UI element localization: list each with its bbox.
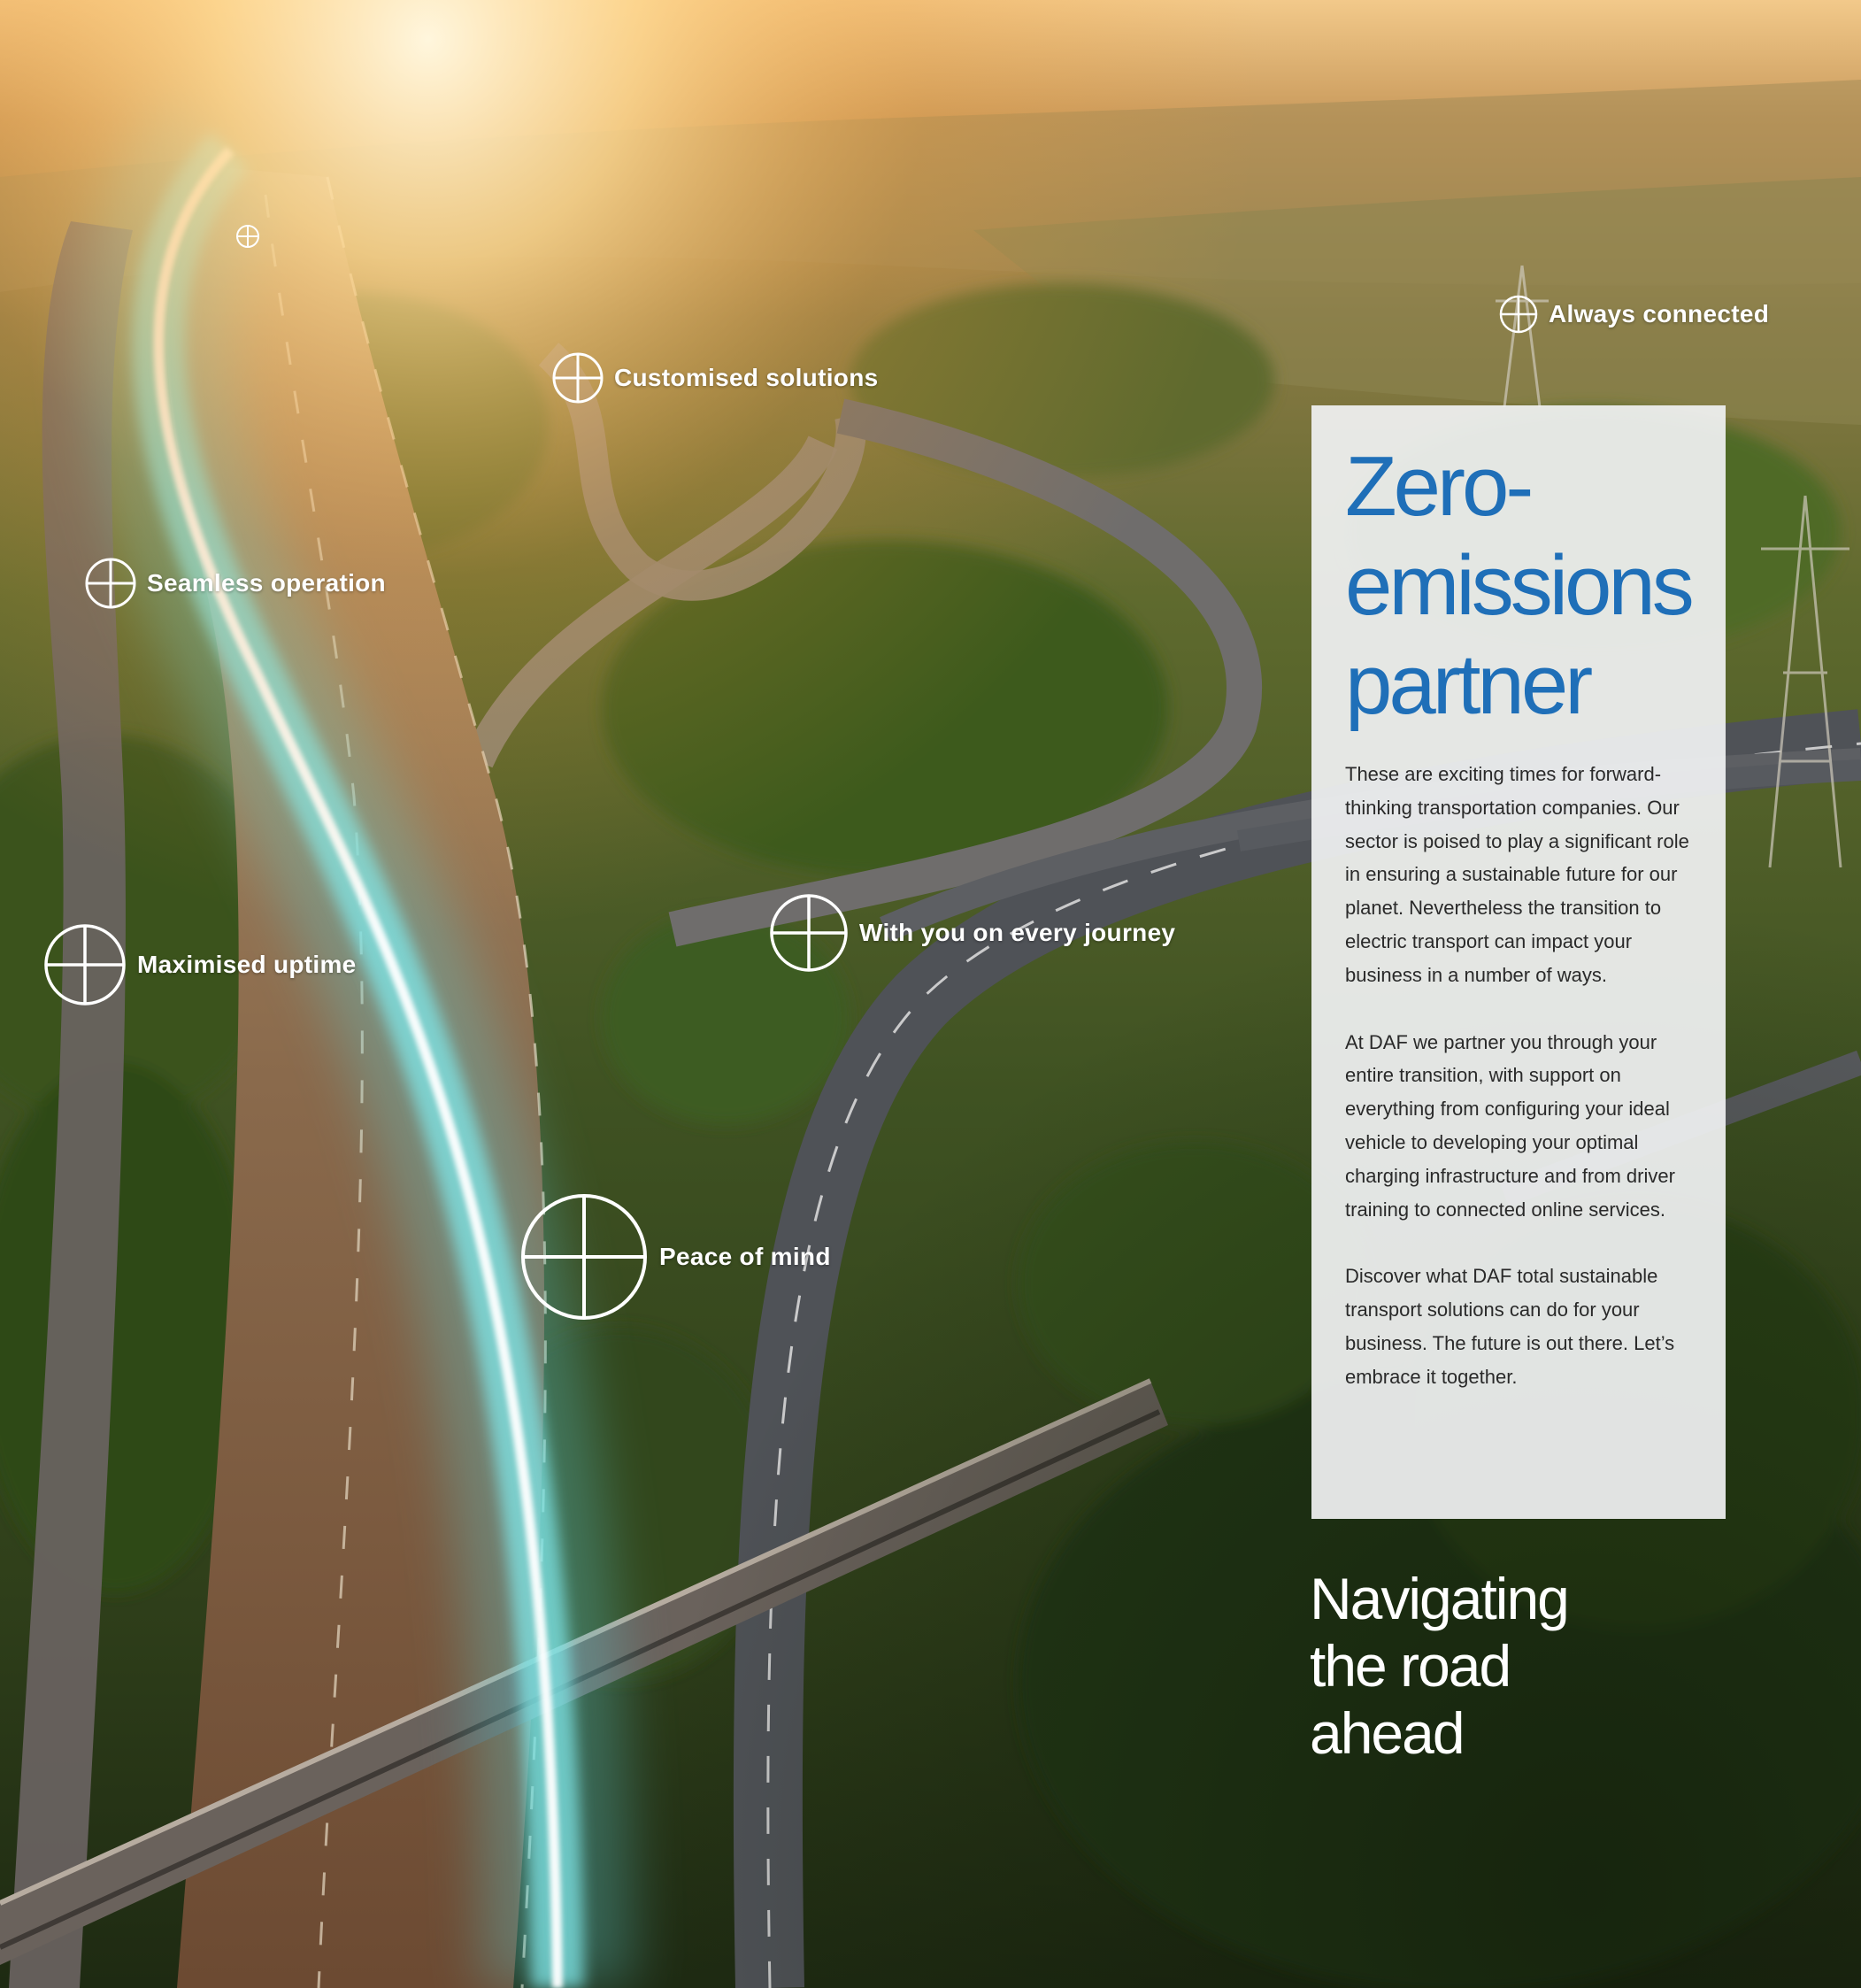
hotspot-seamless-operation[interactable]: Seamless operation: [85, 558, 386, 609]
circle-plus-icon: [521, 1194, 647, 1320]
panel-heading: Zero- emissions partner: [1345, 437, 1695, 735]
hotspot-label: Maximised uptime: [137, 951, 357, 978]
heading-line: Zero-: [1345, 439, 1534, 534]
section-title-line: Navigating: [1310, 1566, 1570, 1631]
circle-plus-icon: [770, 894, 848, 972]
panel-paragraph: Discover what DAF total sustainable tran…: [1345, 1265, 1675, 1388]
circle-plus-icon: [85, 558, 136, 609]
hotspot-small[interactable]: [235, 224, 271, 249]
hotspot-peace-of-mind[interactable]: Peace of mind: [519, 1192, 831, 1321]
hotspot-maximised-uptime[interactable]: Maximised uptime: [43, 923, 357, 1006]
heading-line: emissions: [1345, 538, 1695, 633]
section-title-line: ahead: [1310, 1700, 1465, 1766]
hotspot-label: With you on every journey: [859, 919, 1176, 946]
hotspot-label: Customised solutions: [614, 364, 879, 391]
section-title: Navigating the road ahead: [1310, 1565, 1570, 1767]
hotspot-label: Peace of mind: [659, 1243, 831, 1270]
circle-plus-icon: [552, 352, 604, 404]
circle-plus-icon: [44, 924, 126, 1006]
panel-paragraph: At DAF we partner you through your entir…: [1345, 1030, 1675, 1221]
panel-paragraph: These are exciting times for forward-thi…: [1345, 763, 1689, 986]
circle-plus-icon: [1499, 295, 1538, 334]
hotspot-with-you-on-every-journey[interactable]: With you on every journey: [769, 893, 1175, 973]
hotspot-always-connected[interactable]: Always connected: [1499, 295, 1769, 334]
hotspot-label: Seamless operation: [147, 569, 386, 597]
hotspot-label: Always connected: [1549, 300, 1770, 327]
intro-panel: Zero- emissions partner These are exciti…: [1311, 405, 1726, 1519]
heading-line: partner: [1345, 637, 1593, 732]
hotspot-customised-solutions[interactable]: Customised solutions: [552, 352, 878, 404]
section-title-line: the road: [1310, 1633, 1511, 1699]
circle-plus-icon: [236, 225, 259, 248]
